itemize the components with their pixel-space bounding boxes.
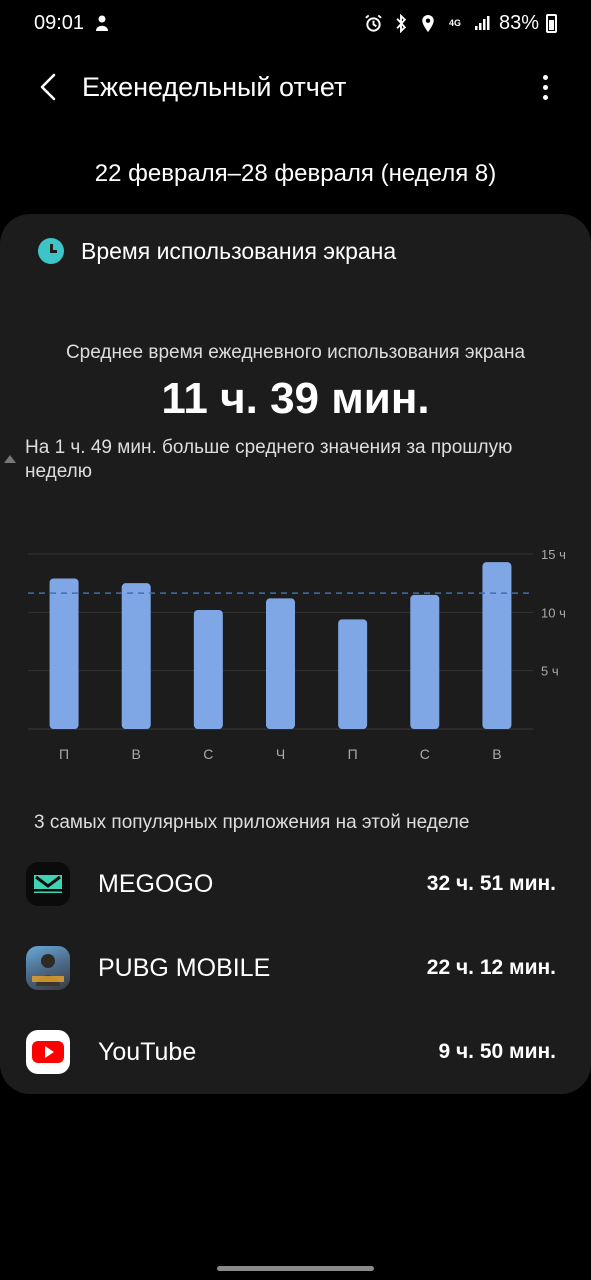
week-range[interactable]: 22 февраля–28 февраля (неделя 8) — [0, 160, 591, 188]
home-indicator[interactable] — [217, 1266, 374, 1271]
youtube-icon — [26, 1030, 70, 1074]
comparison-text: На 1 ч. 49 мин. больше среднего значения… — [25, 437, 513, 482]
app-row-megogo[interactable]: MEGOGO 32 ч. 51 мин. — [0, 842, 591, 926]
location-icon — [418, 13, 438, 33]
average-value: 11 ч. 39 мин. — [161, 374, 430, 423]
chevron-left-icon — [40, 73, 56, 101]
app-row-youtube[interactable]: YouTube 9 ч. 50 мин. — [0, 1010, 591, 1094]
back-button[interactable] — [20, 59, 76, 115]
screen-time-card: Время использования экрана Среднее время… — [0, 214, 591, 1094]
more-dot — [542, 74, 548, 80]
app-name: YouTube — [98, 1037, 197, 1066]
x-tick-label: П — [59, 746, 69, 762]
app-usage-time: 32 ч. 51 мин. — [426, 872, 556, 895]
x-tick-label: Ч — [276, 746, 285, 762]
daily-usage-chart[interactable]: 5 ч 10 ч 15 ч П В С Ч П С В — [0, 534, 591, 774]
chart-bar — [266, 598, 295, 729]
battery-icon — [546, 13, 557, 33]
app-bar: Еженедельный отчет — [0, 56, 591, 118]
app-usage-time: 9 ч. 50 мин. — [438, 1040, 556, 1063]
page-title: Еженедельный отчет — [82, 71, 347, 102]
bluetooth-icon — [391, 13, 411, 33]
x-tick-label: С — [203, 746, 213, 762]
chart-bar — [121, 583, 151, 729]
average-label: Среднее время ежедневного использования … — [65, 342, 526, 363]
more-options-button[interactable] — [525, 59, 565, 115]
alarm-icon — [364, 13, 384, 33]
app-name: MEGOGO — [98, 869, 214, 898]
signal-icon — [472, 13, 492, 33]
chart-bar — [482, 562, 512, 729]
x-tick-label: С — [420, 746, 430, 762]
y-tick-label: 15 ч — [541, 547, 566, 562]
card-title: Время использования экрана — [81, 237, 397, 264]
megogo-icon — [26, 862, 70, 906]
battery-percent: 83% — [498, 11, 539, 34]
chart-bar — [338, 619, 368, 729]
pubg-mobile-icon — [26, 946, 70, 990]
clock-icon — [38, 238, 64, 264]
status-time: 09:01 — [34, 11, 85, 34]
network-type-label: 4G — [448, 17, 461, 28]
more-dot — [542, 94, 548, 100]
y-tick-label: 5 ч — [541, 664, 559, 679]
x-tick-label: В — [132, 746, 141, 762]
notification-icon — [92, 13, 112, 33]
app-name: PUBG MOBILE — [98, 953, 271, 982]
chart-bar — [410, 594, 440, 729]
x-tick-label: В — [492, 746, 501, 762]
card-header: Время использования экрана — [38, 234, 396, 268]
chart-bar — [49, 578, 79, 729]
app-usage-time: 22 ч. 12 мин. — [426, 956, 556, 979]
x-tick-label: П — [348, 746, 358, 762]
increase-arrow-icon — [4, 455, 16, 463]
y-tick-label: 10 ч — [541, 605, 566, 620]
more-dot — [542, 84, 548, 90]
app-row-pubg-mobile[interactable]: PUBG MOBILE 22 ч. 12 мин. — [0, 926, 591, 1010]
top-apps-label: 3 самых популярных приложения на этой не… — [34, 812, 470, 833]
status-bar: 09:01 4G 83% — [0, 0, 591, 46]
chart-bar — [193, 610, 223, 729]
